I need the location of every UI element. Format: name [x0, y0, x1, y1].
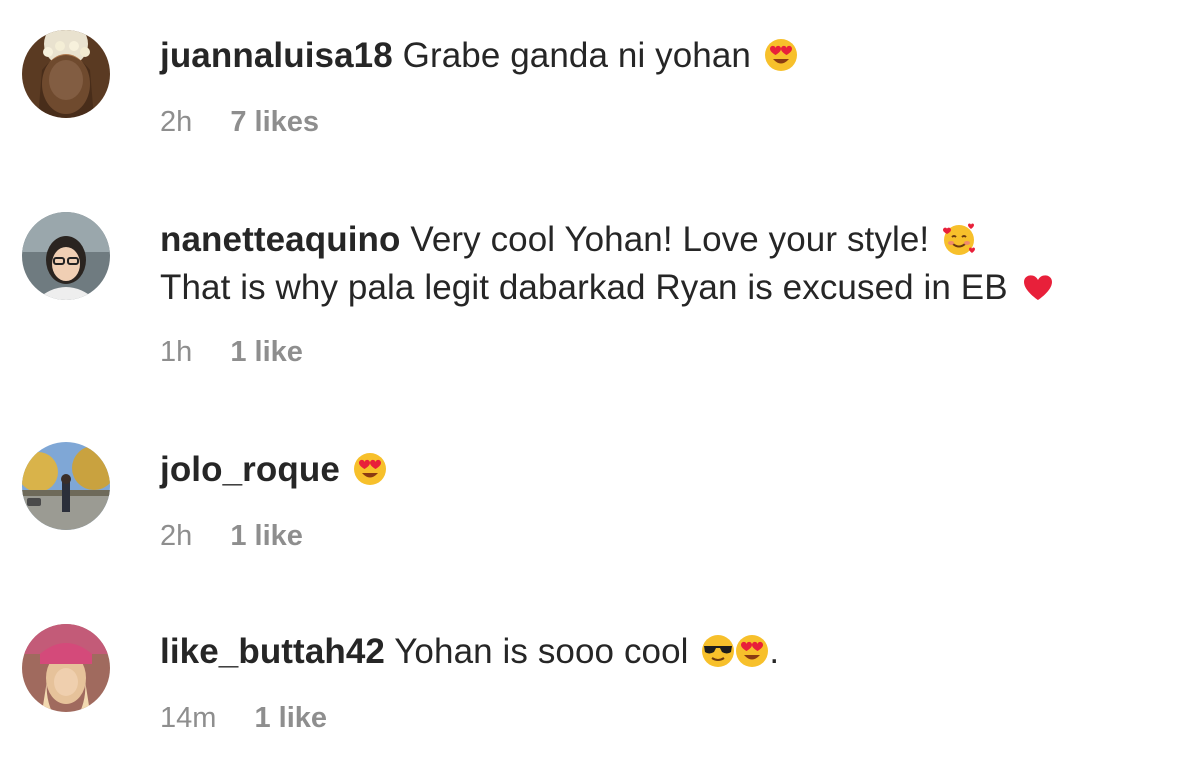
- comment-time: 1h: [160, 336, 193, 368]
- avatar[interactable]: [22, 624, 110, 712]
- sunglasses-emoji: [701, 634, 735, 668]
- comment-text: jolo_roque: [160, 446, 1180, 494]
- comment-username[interactable]: like_buttah42: [160, 632, 385, 671]
- comment-message: Yohan is sooo cool: [394, 632, 689, 671]
- comment-likes[interactable]: 1 like: [230, 520, 303, 552]
- comment-message: Very cool Yohan! Love your style!: [410, 220, 930, 259]
- comment-meta: 2h 1 like: [160, 520, 1180, 553]
- comment-message: That is why pala legit dabarkad Ryan is …: [160, 268, 1008, 307]
- comment-message: Grabe ganda ni yohan: [402, 36, 752, 75]
- comment-username[interactable]: jolo_roque: [160, 450, 340, 489]
- comment-time: 2h: [160, 106, 193, 138]
- comment-body: like_buttah42 Yohan is sooo cool . 14m 1…: [160, 628, 1180, 735]
- comment-body: juannaluisa18 Grabe ganda ni yohan 2h 7 …: [160, 32, 1180, 139]
- avatar[interactable]: [22, 212, 110, 300]
- comment-text: like_buttah42 Yohan is sooo cool .: [160, 628, 1180, 676]
- comment-meta: 14m 1 like: [160, 702, 1180, 735]
- comment-body: nanetteaquino Very cool Yohan! Love your…: [160, 216, 1180, 369]
- comment-text: nanetteaquino Very cool Yohan! Love your…: [160, 216, 1180, 264]
- heart-eyes-emoji: [735, 634, 769, 668]
- comment-meta: 1h 1 like: [160, 336, 1180, 369]
- comment-likes[interactable]: 1 like: [230, 336, 303, 368]
- comment-text-line-2: That is why pala legit dabarkad Ryan is …: [160, 264, 1180, 312]
- comment-trailing: .: [769, 632, 780, 671]
- heart-eyes-emoji: [764, 38, 798, 72]
- comment-time: 14m: [160, 702, 217, 734]
- avatar[interactable]: [22, 30, 110, 118]
- comment-meta: 2h 7 likes: [160, 106, 1180, 139]
- avatar[interactable]: [22, 442, 110, 530]
- comment-time: 2h: [160, 520, 193, 552]
- heart-eyes-emoji: [353, 452, 387, 486]
- smiling-face-with-hearts-emoji: [942, 222, 976, 256]
- red-heart-emoji: [1021, 270, 1055, 304]
- comment-likes[interactable]: 1 like: [254, 702, 327, 734]
- comment-username[interactable]: juannaluisa18: [160, 36, 393, 75]
- comment-likes[interactable]: 7 likes: [230, 106, 319, 138]
- comment-text: juannaluisa18 Grabe ganda ni yohan: [160, 32, 1180, 80]
- comment-body: jolo_roque 2h 1 like: [160, 446, 1180, 553]
- comment-username[interactable]: nanetteaquino: [160, 220, 400, 259]
